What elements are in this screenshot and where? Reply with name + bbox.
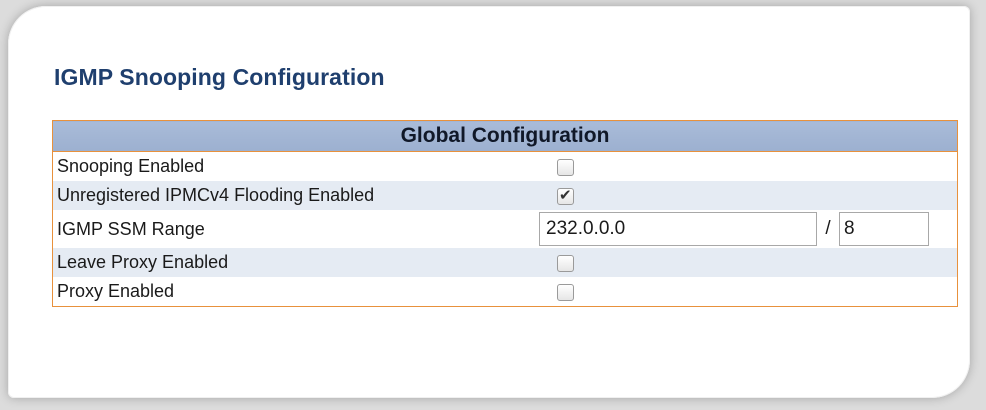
proxy-enabled-label: Proxy Enabled bbox=[52, 277, 539, 307]
ssm-range-inputs: / bbox=[539, 211, 957, 247]
snooping-enabled-cell bbox=[539, 151, 958, 181]
ssm-range-cell: / bbox=[539, 210, 958, 248]
unregistered-flooding-checkbox[interactable]: ✔ bbox=[557, 185, 574, 205]
page-title: IGMP Snooping Configuration bbox=[54, 64, 385, 90]
ssm-range-row: IGMP SSM Range / bbox=[52, 210, 958, 248]
leave-proxy-cell bbox=[539, 248, 958, 277]
ssm-range-ip-input[interactable] bbox=[539, 212, 817, 246]
ssm-range-label: IGMP SSM Range bbox=[52, 210, 539, 248]
snooping-enabled-row: Snooping Enabled bbox=[52, 151, 958, 181]
global-config-table: Global Configuration Snooping Enabled Un… bbox=[52, 120, 958, 307]
leave-proxy-checkbox[interactable] bbox=[557, 254, 574, 272]
proxy-enabled-row: Proxy Enabled bbox=[52, 277, 958, 307]
proxy-enabled-cell bbox=[539, 277, 958, 307]
ssm-range-mask-input[interactable] bbox=[839, 212, 929, 246]
ssm-range-separator: / bbox=[825, 218, 831, 239]
unregistered-flooding-cell: ✔ bbox=[539, 181, 958, 210]
checkmark-icon: ✔ bbox=[559, 185, 572, 204]
proxy-enabled-checkbox[interactable] bbox=[557, 283, 574, 301]
table-header-row: Global Configuration bbox=[52, 120, 958, 152]
leave-proxy-label: Leave Proxy Enabled bbox=[52, 248, 539, 277]
unregistered-flooding-row: Unregistered IPMCv4 Flooding Enabled ✔ bbox=[52, 181, 958, 210]
config-panel: IGMP Snooping Configuration Global Confi… bbox=[8, 6, 970, 398]
snooping-enabled-checkbox[interactable] bbox=[557, 158, 574, 176]
snooping-enabled-label: Snooping Enabled bbox=[52, 151, 539, 181]
unregistered-flooding-label: Unregistered IPMCv4 Flooding Enabled bbox=[52, 181, 539, 210]
table-header: Global Configuration bbox=[52, 120, 958, 152]
leave-proxy-row: Leave Proxy Enabled bbox=[52, 248, 958, 277]
